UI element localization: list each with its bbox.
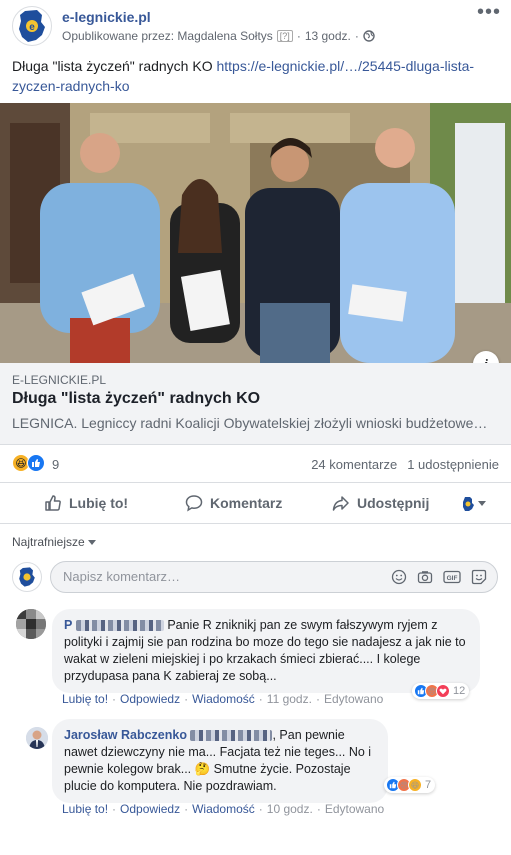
post-actions: Lubię to! Komentarz Udostępnij	[0, 484, 511, 524]
comment-time[interactable]: 10 godz.	[267, 802, 313, 816]
link-preview[interactable]: E-LEGNICKIE.PL Długa "lista życzeń" radn…	[0, 363, 511, 445]
share-label: Udostępnij	[357, 495, 430, 511]
page-avatar[interactable]: e	[12, 6, 52, 46]
share-arrow-icon	[332, 496, 349, 511]
sort-label: Najtrafniejsze	[12, 535, 85, 549]
haha-reaction-icon: 😆	[408, 778, 422, 792]
comment-reaction-count: 12	[453, 685, 466, 697]
like-label: Lubię to!	[69, 495, 129, 511]
comment-author[interactable]: P	[64, 618, 72, 632]
comment-actions: Lubię to! · Odpowiedz · Wiadomość · 11 godz…	[62, 692, 384, 706]
love-reaction-icon	[436, 684, 450, 698]
published-hint[interactable]: [?]	[276, 30, 293, 42]
more-dots-icon[interactable]: •••	[477, 2, 501, 22]
gif-icon[interactable]: GIF	[443, 569, 461, 585]
comment-reply-link[interactable]: Odpowiedz	[120, 802, 180, 816]
comment-actions: Lubię to! · Odpowiedz · Wiadomość · 10 godz…	[62, 802, 385, 816]
like-button[interactable]: Lubię to!	[44, 494, 128, 512]
comment-reaction-count: 7	[425, 779, 432, 791]
comment-like-link[interactable]: Lubię to!	[62, 692, 108, 706]
published-by: Opublikowane przez: Magdalena Sołtys	[62, 29, 273, 43]
post-photo[interactable]: i	[0, 103, 511, 363]
profile-photo-image	[26, 727, 48, 749]
reactions-count[interactable]: 9	[52, 457, 59, 472]
post-text: Długa "lista życzeń" radnych KO https://…	[12, 56, 492, 96]
composer-avatar	[12, 562, 42, 592]
globe-icon[interactable]	[363, 30, 375, 42]
reaction-icons[interactable]: 😆	[12, 454, 45, 472]
comment-like-link[interactable]: Lubię to!	[62, 802, 108, 816]
link-domain: E-LEGNICKIE.PL	[12, 373, 107, 387]
camera-icon[interactable]	[417, 569, 433, 585]
post-header: e e-legnickie.pl Opublikowane przez: Mag…	[0, 0, 511, 50]
meta-separator: ·	[296, 29, 301, 43]
redacted-name	[190, 730, 273, 742]
post-meta: Opublikowane przez: Magdalena Sołtys [?]…	[62, 29, 375, 43]
speech-bubble-icon	[185, 495, 203, 512]
comment-bubble: P Panie R zniknikj pan ze swym fałszywym…	[52, 609, 480, 693]
emoji-icon[interactable]	[391, 569, 407, 585]
comment-edited[interactable]: Edytowano	[325, 802, 384, 816]
comment-reactions[interactable]: 😠 12	[412, 683, 470, 699]
meta-separator: ·	[354, 29, 359, 43]
svg-text:GIF: GIF	[447, 575, 458, 582]
page-identity-icon	[463, 497, 474, 511]
page-logo-icon: e	[19, 10, 45, 42]
post-stats: 😆 9 24 komentarze 1 udostępnienie	[0, 445, 511, 483]
comment-composer[interactable]: GIF	[50, 561, 498, 593]
comment-bubble: Jarosław Rabczenko , Pan pewnie nawet dz…	[52, 719, 388, 803]
comment-reactions[interactable]: 😠 😆 7	[384, 777, 436, 793]
comment-time[interactable]: 11 godz.	[267, 692, 312, 706]
comment-label: Komentarz	[210, 495, 283, 511]
thumbs-up-icon	[45, 495, 61, 511]
chevron-down-icon	[478, 501, 486, 506]
post-time[interactable]: 13 godz.	[305, 29, 351, 43]
like-reaction-icon	[27, 454, 45, 472]
redacted-name	[75, 620, 164, 632]
shares-count[interactable]: 1 udostępnienie	[407, 457, 499, 472]
pixelated-avatar-image	[16, 609, 46, 639]
comment-edited[interactable]: Edytowano	[324, 692, 383, 706]
chevron-down-icon	[87, 539, 96, 545]
post-message: Długa "lista życzeń" radnych KO	[12, 58, 217, 74]
svg-text:e: e	[29, 22, 35, 33]
page-logo-icon	[19, 567, 35, 587]
sticker-icon[interactable]	[471, 569, 487, 585]
commenter-avatar[interactable]	[26, 727, 48, 749]
comment-button[interactable]: Komentarz	[185, 494, 282, 512]
comment-message-link[interactable]: Wiadomość	[192, 692, 255, 706]
comments-count[interactable]: 24 komentarze	[311, 457, 397, 472]
comments-sort[interactable]: Najtrafniejsze	[12, 535, 96, 549]
commenter-avatar[interactable]	[16, 609, 46, 639]
link-description: LEGNICA. Legniccy radni Koalicji Obywate…	[12, 415, 488, 431]
comment-input[interactable]	[63, 569, 363, 584]
comment-message-link[interactable]: Wiadomość	[192, 802, 255, 816]
photo-image	[0, 103, 511, 363]
link-title[interactable]: Długa "lista życzeń" radnych KO	[12, 390, 260, 408]
share-button[interactable]: Udostępnij	[332, 494, 429, 512]
comment-author[interactable]: Jarosław Rabczenko	[64, 728, 187, 742]
post-as-selector[interactable]	[462, 496, 486, 512]
page-name[interactable]: e-legnickie.pl	[62, 9, 151, 25]
comment-reply-link[interactable]: Odpowiedz	[120, 692, 180, 706]
